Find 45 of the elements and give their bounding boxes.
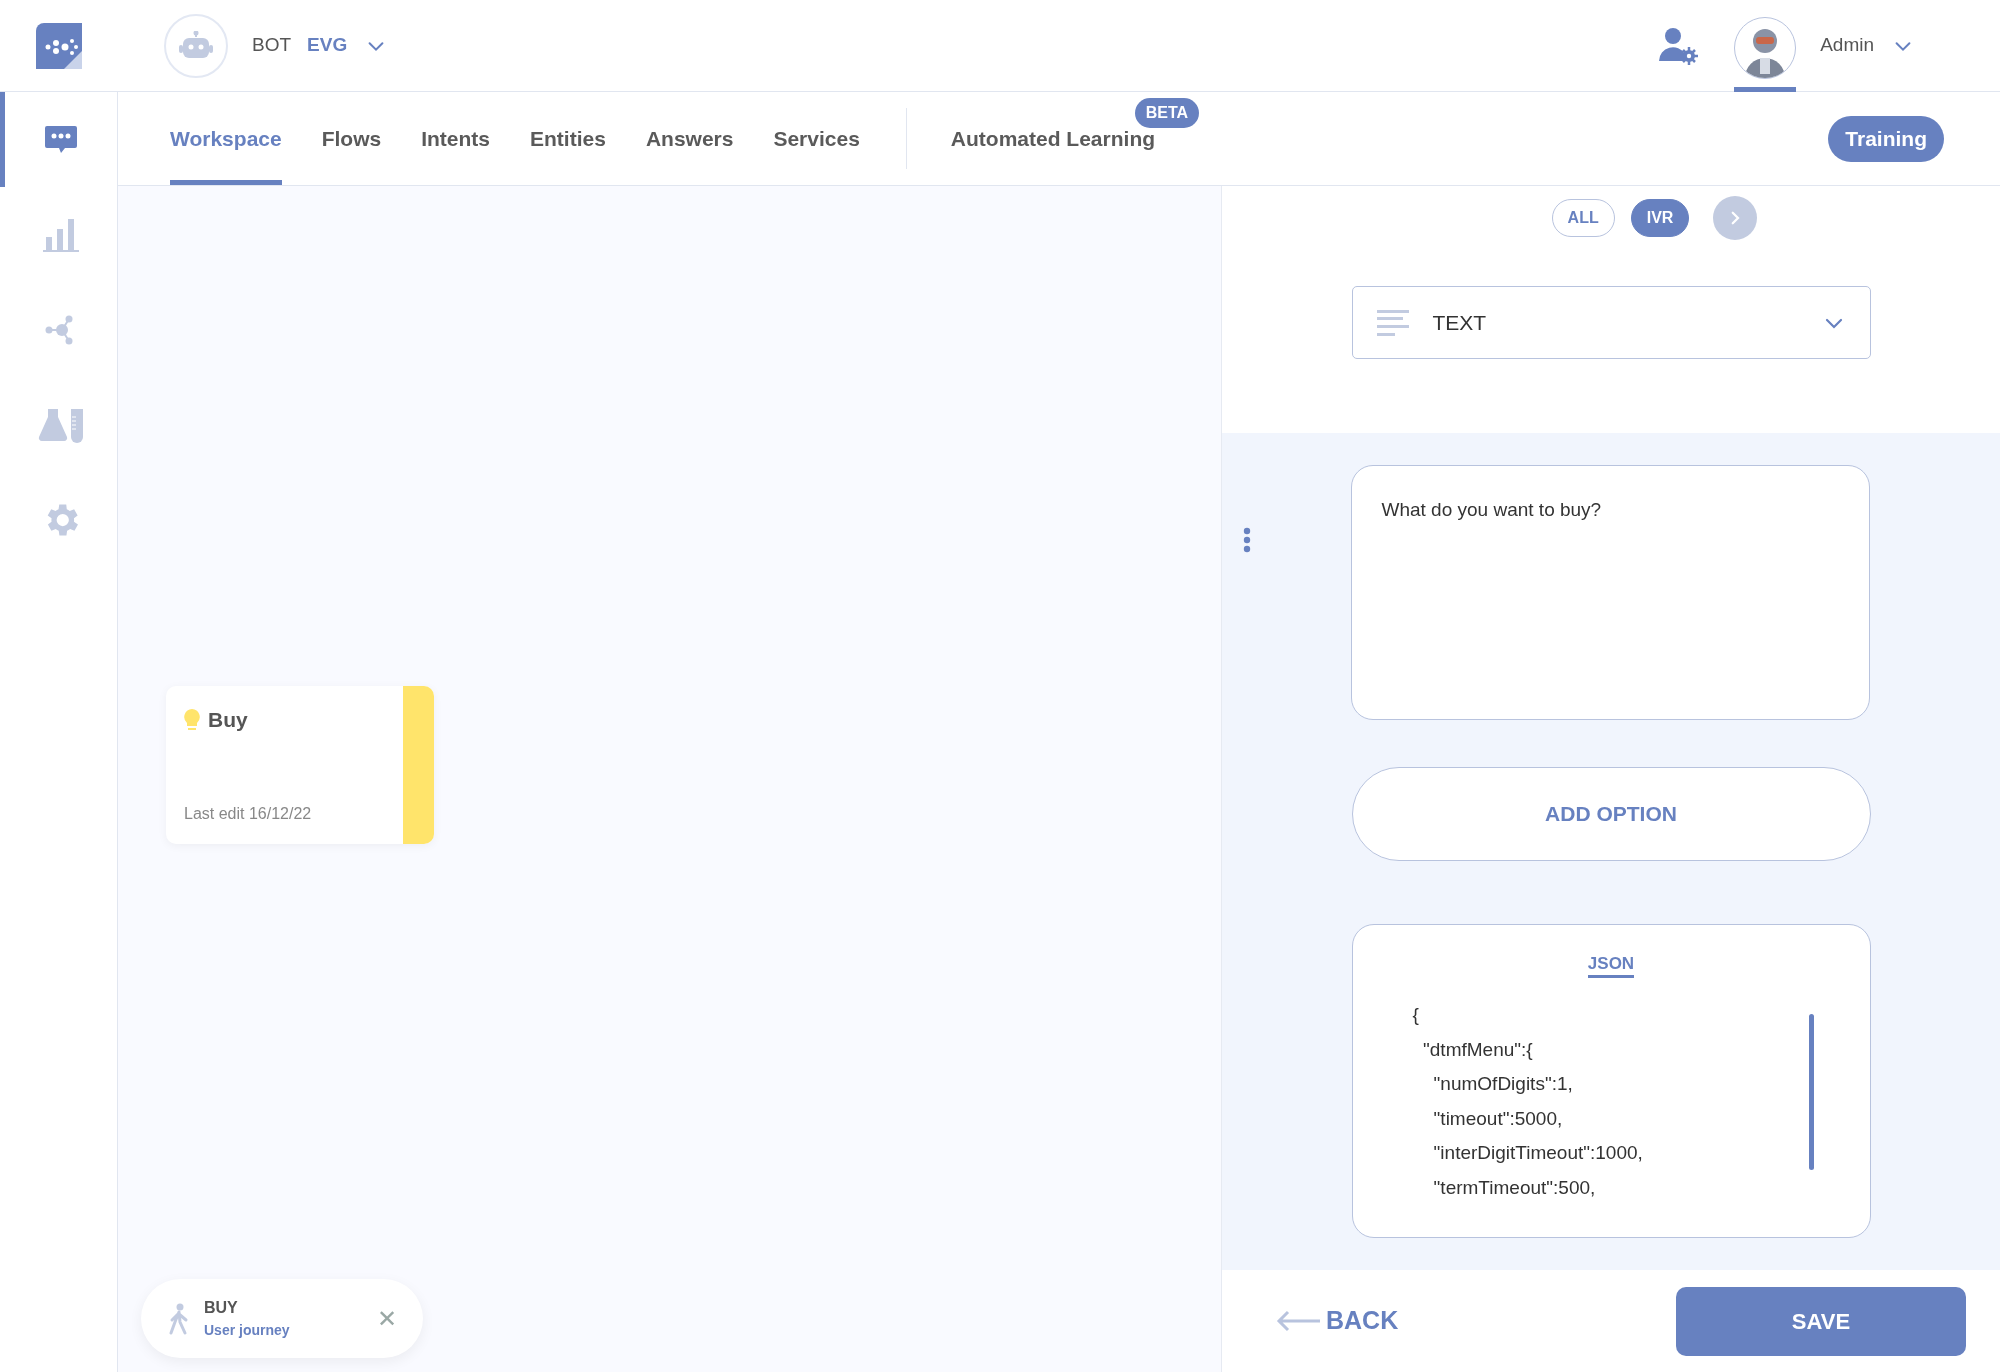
code-line: "numOfDigits":1, xyxy=(1432,1072,1574,1096)
tab[interactable]: Flows xyxy=(321,92,382,185)
code-line: "timeout":5000, xyxy=(1432,1106,1564,1131)
card-title: Buy xyxy=(208,707,248,733)
message-field[interactable]: What do you want to buy? xyxy=(1350,465,1870,720)
logo-icon[interactable] xyxy=(34,20,84,71)
bot-avatar[interactable] xyxy=(164,13,228,78)
last-edit-text: Last edit 16/12/22 xyxy=(184,804,313,824)
next-button[interactable] xyxy=(1713,196,1758,240)
intent-card[interactable]: Buy Last edit 16/12/22 xyxy=(166,686,434,844)
tab[interactable]: Services xyxy=(773,92,860,185)
type-dropdown[interactable]: TEXT xyxy=(1351,286,1871,359)
arrow-left-icon xyxy=(1276,1310,1320,1332)
text-lines-icon xyxy=(1376,309,1409,336)
training-button[interactable]: Training xyxy=(1828,115,1944,162)
code-line: "dtmfMenu":{ xyxy=(1422,1037,1534,1062)
json-tab[interactable]: JSON xyxy=(1587,953,1635,978)
tab[interactable]: Answers xyxy=(645,92,734,185)
robot-icon xyxy=(179,30,213,61)
beta-badge: BETA xyxy=(1134,98,1200,128)
code-line: { xyxy=(1412,1003,1420,1027)
more-options-icon[interactable] xyxy=(1242,527,1251,553)
chip-subtitle: User journey xyxy=(204,1321,291,1340)
user-settings-icon[interactable] xyxy=(1658,26,1699,65)
active-indicator xyxy=(1734,86,1797,92)
walking-person-icon xyxy=(168,1302,190,1335)
tab[interactable]: Entities xyxy=(530,92,606,185)
tab[interactable]: Intents xyxy=(421,92,491,185)
journey-chip[interactable]: BUY User journey ✕ xyxy=(141,1279,423,1358)
add-option-button[interactable]: ADD OPTION xyxy=(1351,767,1871,861)
filter-pill[interactable]: IVR xyxy=(1630,199,1690,237)
flask-icon xyxy=(36,406,86,443)
save-button[interactable]: SAVE xyxy=(1676,1286,1966,1356)
filter-pill[interactable]: ALL xyxy=(1551,199,1615,237)
code-line: "interDigitTimeout":1000, xyxy=(1432,1141,1644,1165)
back-button[interactable]: BACK xyxy=(1276,1302,1399,1340)
lightbulb-icon xyxy=(184,708,200,731)
dropdown-value: TEXT xyxy=(1432,309,1488,336)
message-text: What do you want to buy? xyxy=(1381,499,1602,520)
code-line: "termTimeout":500, xyxy=(1432,1175,1597,1200)
chip-title: BUY xyxy=(204,1298,239,1318)
bot-name[interactable]: EVG xyxy=(307,31,348,60)
user-name[interactable]: Admin xyxy=(1820,31,1874,60)
bot-label: BOT xyxy=(252,33,292,58)
bar-chart-icon xyxy=(41,216,81,253)
